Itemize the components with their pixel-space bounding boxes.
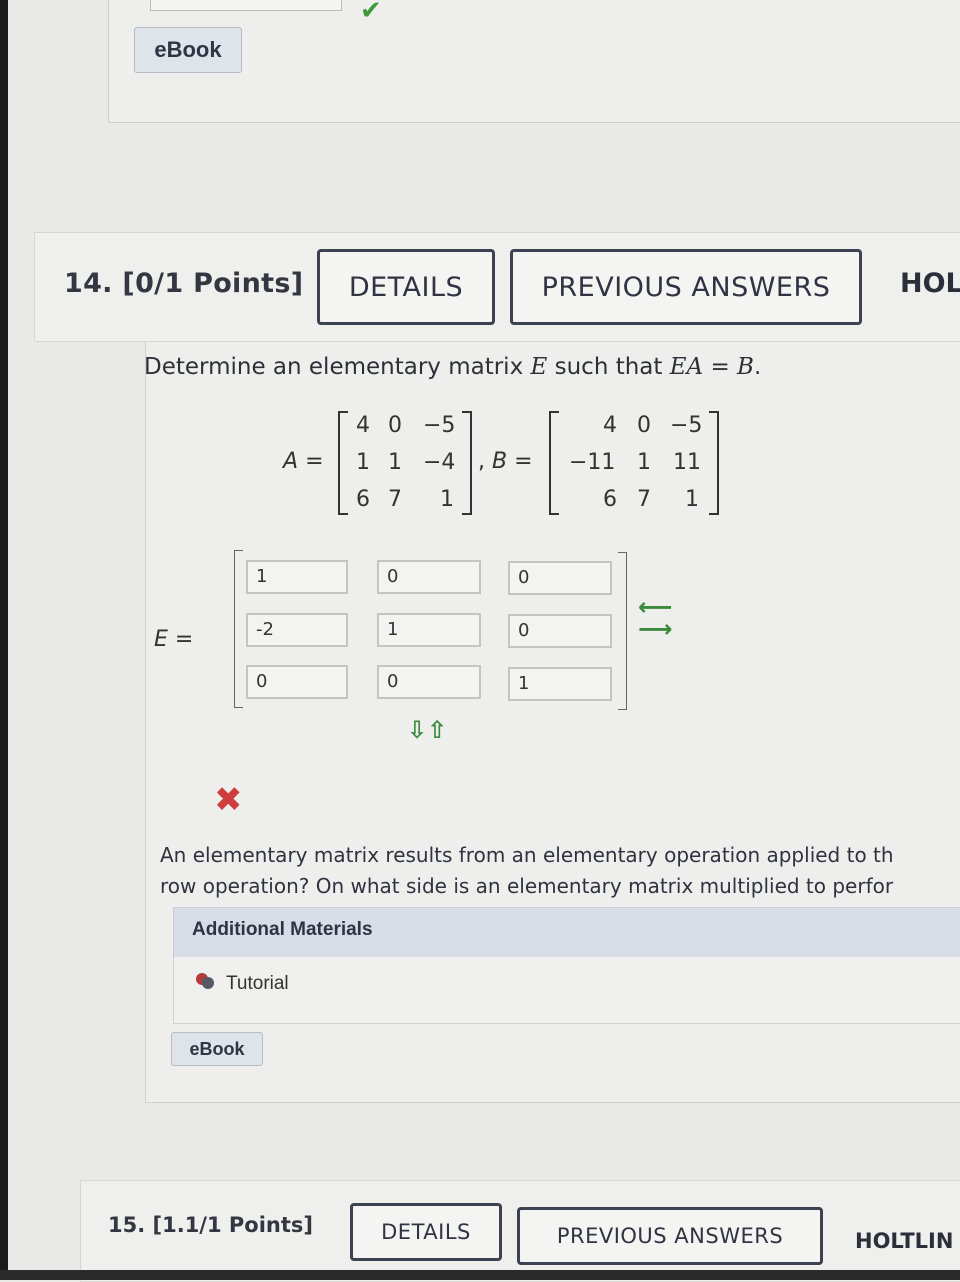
matrix-b-right-bracket xyxy=(709,411,719,515)
matrix-a-left-bracket xyxy=(338,411,348,515)
screen-bottom-edge xyxy=(0,1270,960,1280)
matrix-a-label: A = xyxy=(283,449,324,474)
matrix-e-input[interactable]: 1 xyxy=(508,667,612,701)
matrix-a-entry: 1 xyxy=(356,450,370,475)
matrix-a-right-bracket xyxy=(462,411,472,515)
question-prompt: Determine an elementary matrix E such th… xyxy=(144,354,762,380)
matrix-e-label: E = xyxy=(154,627,194,652)
matrix-e-input[interactable]: 0 xyxy=(377,665,481,699)
matrix-a-entry: 6 xyxy=(356,487,370,512)
matrix-e-input[interactable]: 0 xyxy=(246,665,348,699)
matrix-b-entry: 0 xyxy=(637,413,651,438)
matrix-e-input[interactable]: 0 xyxy=(508,561,612,595)
matrix-e-input[interactable]: 1 xyxy=(246,560,348,594)
next-question-title: 15. [1.1/1 Points] xyxy=(108,1213,314,1237)
tutorial-icon xyxy=(196,973,214,989)
matrix-b-entry: 6 xyxy=(603,487,617,512)
hint-text: An elementary matrix results from an ele… xyxy=(160,840,960,902)
matrix-b-label: , B = xyxy=(478,449,533,474)
matrix-e-input[interactable]: -2 xyxy=(246,613,348,647)
matrix-b-entry: 1 xyxy=(637,450,651,475)
matrix-a-entry: 7 xyxy=(388,487,402,512)
ebook-button-previous[interactable]: eBook xyxy=(134,27,242,73)
matrix-e-right-bracket xyxy=(618,552,627,710)
check-icon: ✔ xyxy=(360,0,382,26)
matrix-a-entry: 1 xyxy=(388,450,402,475)
next-details-button[interactable]: DETAILS xyxy=(350,1203,502,1261)
matrix-a: 4 0 −5 1 1 −4 6 7 1 xyxy=(350,413,460,512)
previous-answers-button[interactable]: PREVIOUS ANSWERS xyxy=(510,249,862,325)
matrix-b-entry: 7 xyxy=(637,487,651,512)
matrix-a-entry: −5 xyxy=(423,413,456,438)
hint-line: row operation? On what side is an elemen… xyxy=(160,874,894,898)
ebook-button[interactable]: eBook xyxy=(171,1032,263,1066)
matrix-e-input[interactable]: 0 xyxy=(377,560,481,594)
matrix-b-left-bracket xyxy=(549,411,559,515)
matrix-b-entry: 11 xyxy=(673,450,701,475)
matrix-b: 4 0 −5 −11 1 11 6 7 1 xyxy=(565,413,705,512)
hint-line: An elementary matrix results from an ele… xyxy=(160,843,894,867)
matrix-a-entry: 0 xyxy=(388,413,402,438)
question-title: 14. [0/1 Points] xyxy=(64,268,304,299)
additional-materials-title: Additional Materials xyxy=(192,919,373,940)
matrix-e-input[interactable]: 1 xyxy=(377,613,481,647)
matrix-b-entry: 4 xyxy=(603,413,617,438)
matrix-b-entry: 1 xyxy=(685,487,699,512)
next-previous-answers-button[interactable]: PREVIOUS ANSWERS xyxy=(517,1207,823,1265)
matrix-a-entry: 4 xyxy=(356,413,370,438)
matrix-e-left-bracket xyxy=(234,550,243,708)
next-textbook-reference: HOLTLIN xyxy=(855,1229,954,1253)
incorrect-icon: ✖ xyxy=(214,780,243,820)
previous-answer-field[interactable] xyxy=(150,0,342,11)
textbook-reference: HOL xyxy=(900,268,960,299)
additional-materials-body xyxy=(173,957,960,1024)
details-button[interactable]: DETAILS xyxy=(317,249,495,325)
matrix-b-entry: −5 xyxy=(670,413,703,438)
tutorial-link[interactable]: Tutorial xyxy=(226,973,289,995)
resize-rows-icon[interactable]: ⇩⇧ xyxy=(407,716,447,744)
matrix-b-entry: −11 xyxy=(569,450,616,475)
matrix-e-input[interactable]: 0 xyxy=(508,614,612,648)
matrix-a-entry: −4 xyxy=(423,450,456,475)
matrix-a-entry: 1 xyxy=(440,487,454,512)
screen-edge xyxy=(0,0,8,1280)
resize-columns-icon[interactable]: ⟵ ⟶ xyxy=(638,595,672,641)
